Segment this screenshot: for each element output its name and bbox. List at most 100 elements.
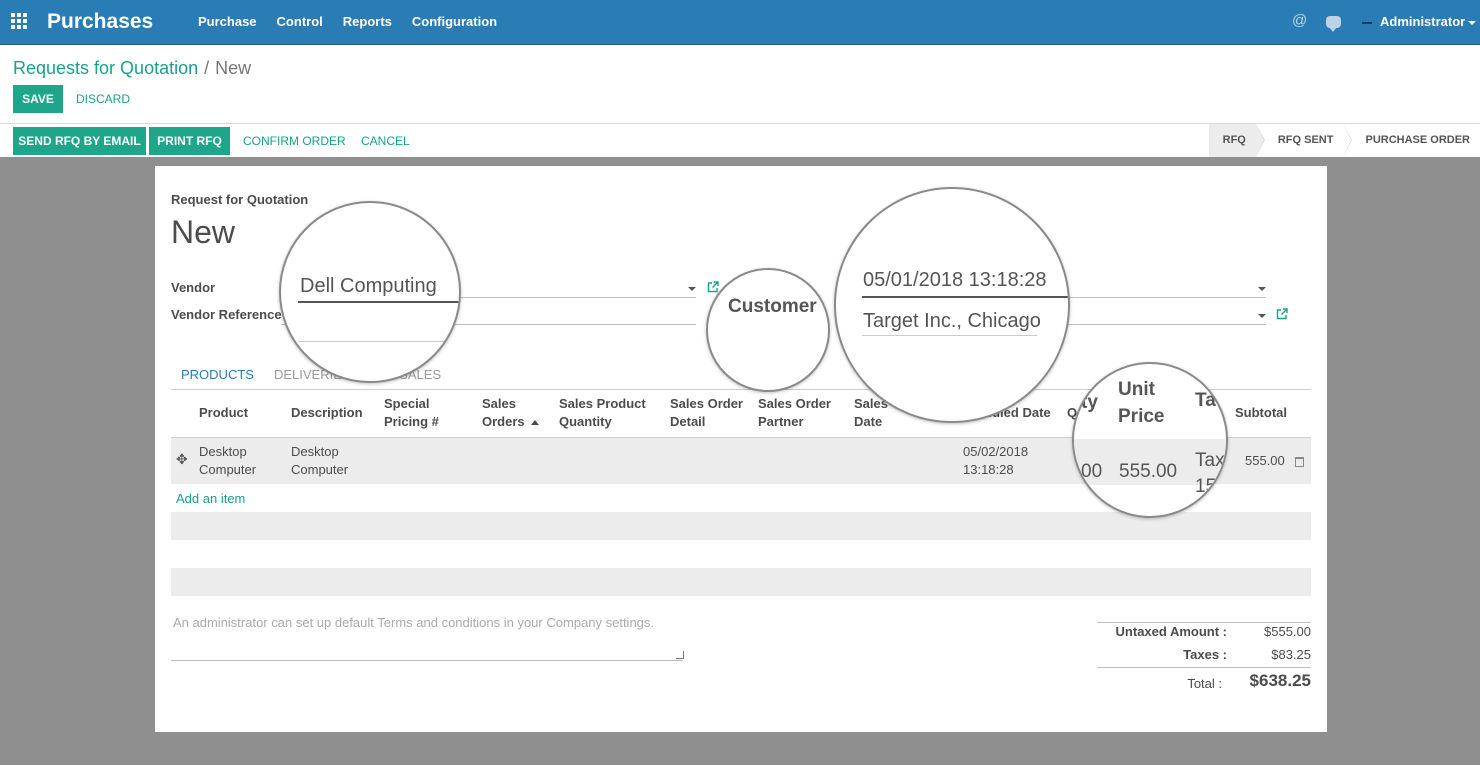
cell-description: Desktop Computer bbox=[291, 443, 348, 479]
confirm-order-button[interactable]: CONFIRM ORDER bbox=[243, 127, 346, 155]
total-value: $638.25 bbox=[1249, 671, 1311, 690]
menu-purchase[interactable]: Purchase bbox=[188, 0, 267, 45]
mentions-icon[interactable]: @ bbox=[1292, 12, 1310, 30]
col-sales-order-partner[interactable]: Sales Order Partner bbox=[758, 395, 831, 431]
magnifier-customer-label: Customer bbox=[706, 268, 830, 392]
col-product[interactable]: Product bbox=[199, 404, 248, 422]
trash-icon[interactable] bbox=[1295, 457, 1304, 467]
magnifier-vendor: Dell Computing bbox=[279, 201, 461, 383]
totals-bottom-divider bbox=[1097, 667, 1311, 668]
untaxed-amount-label: Untaxed Amount : bbox=[1115, 624, 1227, 639]
print-rfq-button[interactable]: PRINT RFQ bbox=[149, 127, 230, 155]
col-special-pricing[interactable]: Special Pricing # bbox=[384, 395, 439, 431]
page-title: New bbox=[171, 214, 236, 250]
top-navbar: Purchases Purchase Control Reports Confi… bbox=[0, 0, 1480, 45]
apps-grid-icon[interactable] bbox=[11, 13, 29, 31]
col-sales-order-partner-line1: Sales Order bbox=[758, 396, 831, 411]
breadcrumb-separator: / bbox=[204, 58, 210, 78]
customer-dropdown-icon[interactable] bbox=[1258, 314, 1266, 318]
avatar[interactable] bbox=[1362, 22, 1372, 24]
tax-value-partial: Tax 15 bbox=[1195, 448, 1225, 500]
col-sales-order-detail-line2: Detail bbox=[670, 414, 706, 429]
external-link-icon[interactable] bbox=[1276, 308, 1288, 320]
status-purchase-order[interactable]: PURCHASE ORDER bbox=[1343, 124, 1480, 157]
cell-scheduled-date: 05/02/2018 13:18:28 bbox=[963, 443, 1028, 479]
chat-icon[interactable] bbox=[1326, 16, 1341, 32]
col-sales-date-line2: Date bbox=[854, 414, 883, 429]
unit-price-header-line2: Price bbox=[1118, 406, 1165, 427]
vendor-reference-underline bbox=[298, 341, 448, 342]
terms-notes-field[interactable]: An administrator can set up default Term… bbox=[173, 615, 654, 630]
status-bar: RFQ RFQ SENT PURCHASE ORDER bbox=[1208, 124, 1480, 157]
app-title: Purchases bbox=[47, 10, 154, 33]
notes-underline bbox=[171, 660, 683, 661]
order-date-value: 05/01/2018 13:18:28 bbox=[863, 269, 1047, 291]
status-rfq[interactable]: RFQ bbox=[1208, 124, 1266, 157]
breadcrumb-current: New bbox=[215, 58, 252, 78]
vendor-reference-label: Vendor Reference bbox=[171, 307, 282, 322]
cell-description-line2: Computer bbox=[291, 462, 349, 477]
qty-value-partial: 00 bbox=[1081, 461, 1103, 482]
menu-reports[interactable]: Reports bbox=[333, 0, 402, 45]
vendor-underline bbox=[298, 301, 459, 303]
cell-product-line2: Computer bbox=[199, 462, 257, 477]
col-sales-order-detail[interactable]: Sales Order Detail bbox=[670, 395, 743, 431]
menu-control[interactable]: Control bbox=[267, 0, 333, 45]
col-sales-orders-line2: Orders bbox=[482, 414, 525, 429]
drag-handle-icon[interactable]: ✥ bbox=[176, 451, 188, 468]
col-description[interactable]: Description bbox=[291, 404, 363, 422]
unit-price-header: Unit Price bbox=[1118, 376, 1164, 430]
col-special-pricing-line2: Pricing # bbox=[384, 414, 439, 429]
col-sales-product-qty-line1: Sales Product bbox=[559, 396, 646, 411]
date-dropdown-icon[interactable] bbox=[1258, 287, 1266, 291]
empty-row bbox=[171, 568, 1311, 596]
main-menu: Purchase Control Reports Configuration bbox=[188, 0, 507, 45]
tax-header-partial: Ta bbox=[1195, 390, 1216, 411]
cell-description-line1: Desktop bbox=[291, 444, 339, 459]
tax-value-line1: Tax bbox=[1195, 450, 1225, 471]
user-menu[interactable]: Administrator bbox=[1380, 14, 1465, 29]
magnifier-date-customer: 05/01/2018 13:18:28 Target Inc., Chicago bbox=[834, 187, 1070, 423]
col-sales-order-detail-line1: Sales Order bbox=[670, 396, 743, 411]
resize-grip-icon[interactable] bbox=[676, 651, 684, 659]
unit-price-value[interactable]: 555.00 bbox=[1119, 461, 1177, 483]
breadcrumb: Requests for Quotation / New bbox=[13, 58, 251, 79]
col-sales-orders[interactable]: Sales Orders bbox=[482, 395, 539, 431]
customer-value: Target Inc., Chicago bbox=[863, 310, 1041, 332]
customer-label: Customer bbox=[728, 296, 817, 317]
col-special-pricing-line1: Special bbox=[384, 396, 430, 411]
cell-scheduled-date-line2: 13:18:28 bbox=[963, 462, 1014, 477]
col-sales-product-qty-line2: Quantity bbox=[559, 414, 612, 429]
tax-value-line2: 15 bbox=[1195, 476, 1217, 497]
magnifier-unit-price: ty Unit Price Ta 00 555.00 Tax 15 bbox=[1072, 362, 1228, 518]
document-type-label: Request for Quotation bbox=[171, 192, 309, 207]
taxes-label: Taxes : bbox=[1183, 647, 1227, 662]
breadcrumb-rfq-link[interactable]: Requests for Quotation bbox=[13, 58, 198, 78]
vendor-value: Dell Computing bbox=[300, 275, 437, 297]
add-item-link[interactable]: Add an item bbox=[176, 491, 245, 506]
col-subtotal[interactable]: Subtotal bbox=[1235, 404, 1287, 422]
taxes-value: $83.25 bbox=[1271, 647, 1311, 662]
discard-button[interactable]: DISCARD bbox=[76, 85, 130, 113]
cell-product: Desktop Computer bbox=[199, 443, 256, 479]
chevron-down-icon[interactable] bbox=[1468, 21, 1476, 25]
vendor-dropdown-icon[interactable] bbox=[688, 287, 696, 291]
tab-products[interactable]: PRODUCTS bbox=[171, 364, 264, 390]
cancel-button[interactable]: CANCEL bbox=[361, 127, 410, 155]
qty-header-partial: ty bbox=[1081, 392, 1098, 413]
save-button[interactable]: SAVE bbox=[13, 85, 63, 113]
status-rfq-sent[interactable]: RFQ SENT bbox=[1255, 124, 1353, 157]
control-panel: Requests for Quotation / New SAVE DISCARD … bbox=[0, 45, 1480, 157]
sort-ascending-icon bbox=[530, 420, 539, 426]
menu-configuration[interactable]: Configuration bbox=[402, 0, 507, 45]
totals-top-divider bbox=[1097, 622, 1311, 623]
col-sales-orders-line1: Sales bbox=[482, 396, 516, 411]
unit-price-header-line1: Unit bbox=[1118, 379, 1155, 400]
untaxed-amount-value: $555.00 bbox=[1264, 624, 1311, 639]
customer-underline bbox=[862, 335, 1037, 336]
col-sales-product-qty[interactable]: Sales Product Quantity bbox=[559, 395, 646, 431]
cell-product-line1: Desktop bbox=[199, 444, 247, 459]
send-rfq-email-button[interactable]: SEND RFQ BY EMAIL bbox=[13, 127, 146, 155]
external-link-icon[interactable] bbox=[707, 281, 719, 293]
vendor-label: Vendor bbox=[171, 280, 216, 295]
